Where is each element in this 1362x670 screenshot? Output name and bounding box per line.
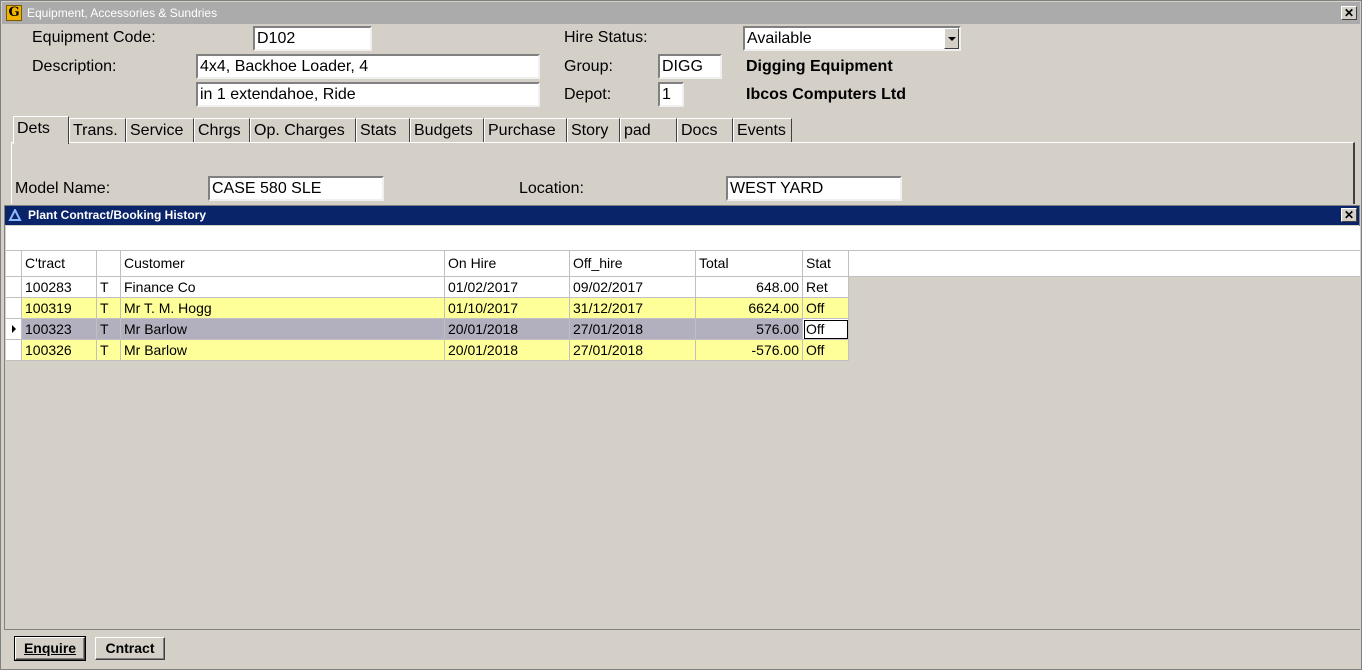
cell-stat-focused[interactable]: Off xyxy=(803,319,849,340)
column-header-customer[interactable]: Customer xyxy=(121,251,445,277)
booking-history-title-bar: Plant Contract/Booking History ✕ xyxy=(5,206,1359,225)
header-filler xyxy=(849,251,1360,277)
location-field[interactable]: WEST YARD xyxy=(726,176,902,201)
tab-stats[interactable]: Stats xyxy=(356,118,410,143)
current-row-indicator[interactable] xyxy=(6,319,22,340)
depot-label: Depot: xyxy=(564,86,612,103)
hire-status-label: Hire Status: xyxy=(564,29,648,46)
tab-events[interactable]: Events xyxy=(733,118,792,143)
cell-customer[interactable]: Mr Barlow xyxy=(121,319,445,340)
cell-customer[interactable]: Mr Barlow xyxy=(121,340,445,361)
equipment-window: G Equipment, Accessories & Sundries ✕ Eq… xyxy=(0,0,1362,670)
cell-stat[interactable]: Ret xyxy=(803,277,849,298)
column-header-stat[interactable]: Stat xyxy=(803,251,849,277)
cell-stat[interactable]: Off xyxy=(803,340,849,361)
cell-stat[interactable]: Off xyxy=(803,298,849,319)
description-line1-field[interactable]: 4x4, Backhoe Loader, 4 xyxy=(196,54,540,79)
cell-type[interactable]: T xyxy=(97,340,121,361)
booking-history-grid[interactable]: C'tract Customer On Hire Off_hire Total … xyxy=(6,226,1360,629)
recycle-icon xyxy=(8,209,22,221)
cell-total[interactable]: 576.00 xyxy=(696,319,803,340)
cell-customer[interactable]: Mr T. M. Hogg xyxy=(121,298,445,319)
cell-total[interactable]: -576.00 xyxy=(696,340,803,361)
group-label: Group: xyxy=(564,58,613,75)
app-g-icon: G xyxy=(6,5,22,21)
cell-type[interactable]: T xyxy=(97,277,121,298)
location-label: Location: xyxy=(519,180,584,197)
booking-history-window: Plant Contract/Booking History ✕ C'tract… xyxy=(4,205,1360,630)
dropdown-arrow-icon[interactable] xyxy=(944,28,959,49)
window-close-button[interactable]: ✕ xyxy=(1341,6,1357,20)
group-name-text: Digging Equipment xyxy=(746,58,893,75)
booking-history-title: Plant Contract/Booking History xyxy=(28,208,207,222)
cell-contract[interactable]: 100319 xyxy=(22,298,97,319)
cell-contract[interactable]: 100283 xyxy=(22,277,97,298)
column-header-type[interactable] xyxy=(97,251,121,277)
tab-service[interactable]: Service xyxy=(126,118,194,143)
column-header-off-hire[interactable]: Off_hire xyxy=(570,251,696,277)
cell-contract[interactable]: 100326 xyxy=(22,340,97,361)
enquire-button-label: Enquire xyxy=(23,640,77,656)
depot-name-text: Ibcos Computers Ltd xyxy=(746,86,907,103)
hire-status-value: Available xyxy=(747,30,812,47)
depot-code-field[interactable]: 1 xyxy=(658,82,684,107)
cell-on-hire[interactable]: 20/01/2018 xyxy=(445,319,570,340)
column-header-total[interactable]: Total xyxy=(696,251,803,277)
model-name-field[interactable]: CASE 580 SLE xyxy=(208,176,384,201)
row-indicator[interactable] xyxy=(6,298,22,319)
contract-button-label: Cntract xyxy=(105,640,155,656)
description-line2-field[interactable]: in 1 extendahoe, Ride xyxy=(196,82,540,107)
booking-history-close-button[interactable]: ✕ xyxy=(1341,208,1357,222)
cell-off-hire[interactable]: 09/02/2017 xyxy=(570,277,696,298)
contract-button[interactable]: Cntract xyxy=(95,637,165,660)
cell-off-hire[interactable]: 27/01/2018 xyxy=(570,340,696,361)
hire-status-select[interactable]: Available xyxy=(743,26,961,51)
tab-op-charges[interactable]: Op. Charges xyxy=(250,118,356,143)
tab-pad[interactable]: pad xyxy=(620,118,677,143)
column-header-contract[interactable]: C'tract xyxy=(22,251,97,277)
row-indicator[interactable] xyxy=(6,340,22,361)
cell-type[interactable]: T xyxy=(97,319,121,340)
enquire-button[interactable]: Enquire xyxy=(14,636,86,661)
cell-total[interactable]: 6624.00 xyxy=(696,298,803,319)
cell-contract[interactable]: 100323 xyxy=(22,319,97,340)
tab-dets[interactable]: Dets xyxy=(13,116,69,144)
tab-purchase[interactable]: Purchase xyxy=(484,118,567,143)
tab-docs[interactable]: Docs xyxy=(677,118,733,143)
grid-group-bar xyxy=(6,226,1360,251)
cell-off-hire[interactable]: 27/01/2018 xyxy=(570,319,696,340)
tab-budgets[interactable]: Budgets xyxy=(410,118,484,143)
equipment-code-label: Equipment Code: xyxy=(32,29,156,46)
cell-off-hire[interactable]: 31/12/2017 xyxy=(570,298,696,319)
cell-type[interactable]: T xyxy=(97,298,121,319)
tab-chrgs[interactable]: Chrgs xyxy=(194,118,250,143)
column-header-on-hire[interactable]: On Hire xyxy=(445,251,570,277)
equipment-code-field[interactable]: D102 xyxy=(253,26,372,51)
title-bar: G Equipment, Accessories & Sundries ✕ xyxy=(2,2,1360,24)
cell-on-hire[interactable]: 20/01/2018 xyxy=(445,340,570,361)
group-code-field[interactable]: DIGG xyxy=(658,54,722,79)
model-name-label: Model Name: xyxy=(15,180,111,197)
cell-on-hire[interactable]: 01/02/2017 xyxy=(445,277,570,298)
cell-total[interactable]: 648.00 xyxy=(696,277,803,298)
header-indicator xyxy=(6,251,22,277)
description-label: Description: xyxy=(32,58,117,75)
cell-on-hire[interactable]: 01/10/2017 xyxy=(445,298,570,319)
tab-trans[interactable]: Trans. xyxy=(69,118,126,143)
cell-customer[interactable]: Finance Co xyxy=(121,277,445,298)
row-indicator[interactable] xyxy=(6,277,22,298)
window-title: Equipment, Accessories & Sundries xyxy=(27,6,218,20)
tab-story[interactable]: Story xyxy=(567,118,620,143)
